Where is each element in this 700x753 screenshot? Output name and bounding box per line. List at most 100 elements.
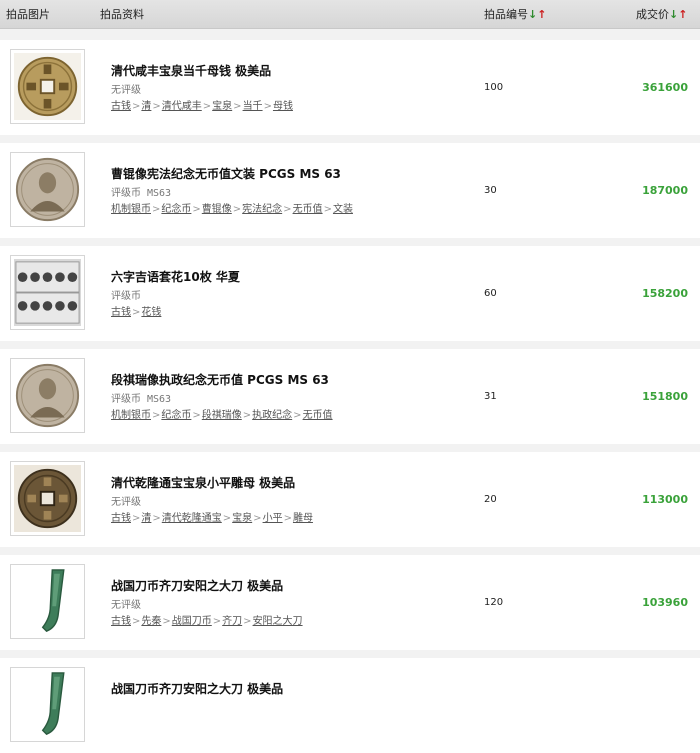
- sort-price-asc-icon[interactable]: ↑: [678, 8, 687, 21]
- category-link[interactable]: 小平: [263, 513, 283, 524]
- slabbed-coin-set-icon[interactable]: [10, 255, 85, 330]
- category-link[interactable]: 宪法纪念: [242, 204, 282, 215]
- breadcrumb-separator: >: [152, 410, 161, 421]
- lot-title[interactable]: 战国刀币齐刀安阳之大刀 极美品: [111, 680, 283, 697]
- silver-dollar-portrait-icon[interactable]: [10, 358, 85, 433]
- sort-lot-desc-icon[interactable]: ↓: [528, 8, 537, 21]
- category-link[interactable]: 文装: [333, 204, 353, 215]
- category-link[interactable]: 机制银币: [111, 410, 151, 421]
- hammer-price: 103960: [642, 596, 688, 609]
- category-link[interactable]: 古钱: [111, 307, 131, 318]
- breadcrumb-separator: >: [232, 204, 242, 215]
- breadcrumb-separator: >: [283, 204, 292, 215]
- category-link[interactable]: 执政纪念: [252, 410, 292, 421]
- grade-label: 无评级: [111, 85, 141, 96]
- breadcrumb-separator: >: [132, 307, 141, 318]
- sort-lot-asc-icon[interactable]: ↑: [537, 8, 546, 21]
- hammer-price: 113000: [642, 493, 688, 506]
- grade-label: 无评级: [111, 600, 141, 611]
- breadcrumb-separator: >: [212, 616, 222, 627]
- breadcrumb-separator: >: [293, 410, 302, 421]
- category-link[interactable]: 宝泉: [212, 101, 232, 112]
- category-breadcrumb: 古钱>清>清代咸丰>宝泉>当千>母钱: [111, 97, 293, 112]
- category-breadcrumb: 机制银币>纪念币>曹锟像>宪法纪念>无币值>文装: [111, 200, 353, 215]
- category-link[interactable]: 无币值: [293, 204, 323, 215]
- category-link[interactable]: 无币值: [303, 410, 333, 421]
- breadcrumb-separator: >: [192, 410, 201, 421]
- category-link[interactable]: 古钱: [111, 616, 131, 627]
- hammer-price: 361600: [642, 81, 688, 94]
- lot-row[interactable]: 清代咸丰宝泉当千母钱 极美品 无评级 古钱>清>清代咸丰>宝泉>当千>母钱 100 36…: [0, 40, 700, 135]
- hammer-price: 151800: [642, 390, 688, 403]
- breadcrumb-separator: >: [202, 101, 212, 112]
- category-link[interactable]: 战国刀币: [172, 616, 212, 627]
- breadcrumb-separator: >: [323, 204, 332, 215]
- category-link[interactable]: 古钱: [111, 101, 131, 112]
- lot-title[interactable]: 战国刀币齐刀安阳之大刀 极美品: [111, 577, 283, 594]
- category-link[interactable]: 花钱: [141, 307, 161, 318]
- category-link[interactable]: 曹锟像: [202, 204, 232, 215]
- lot-grade: 评级币: [111, 287, 141, 302]
- lot-number: 100: [484, 82, 504, 93]
- category-link[interactable]: 安阳之大刀: [253, 616, 303, 627]
- category-link[interactable]: 宝泉: [232, 513, 252, 524]
- category-breadcrumb: 古钱>花钱: [111, 303, 161, 318]
- category-link[interactable]: 段祺瑞像: [202, 410, 242, 421]
- category-link[interactable]: 纪念币: [161, 204, 191, 215]
- lot-number: 20: [484, 494, 497, 505]
- category-link[interactable]: 齐刀: [222, 616, 242, 627]
- category-link[interactable]: 清代咸丰: [162, 101, 202, 112]
- category-link[interactable]: 机制银币: [111, 204, 151, 215]
- header-lot-col: 拍品编号↓↑: [484, 6, 546, 22]
- category-link[interactable]: 清: [141, 513, 151, 524]
- silver-dollar-portrait-icon[interactable]: [10, 152, 85, 227]
- category-link[interactable]: 当千: [243, 101, 263, 112]
- breadcrumb-separator: >: [192, 204, 201, 215]
- category-link[interactable]: 雕母: [293, 513, 313, 524]
- lot-row[interactable]: 清代乾隆通宝宝泉小平雕母 极美品 无评级 古钱>清>清代乾隆通宝>宝泉>小平>雕母 2…: [0, 452, 700, 547]
- breadcrumb-separator: >: [152, 204, 161, 215]
- grade-label: 无评级: [111, 497, 141, 508]
- category-link[interactable]: 清: [141, 101, 151, 112]
- lot-grade: 评级币 MS63: [111, 184, 171, 199]
- lot-grade: 无评级: [111, 596, 141, 611]
- sort-price-desc-icon[interactable]: ↓: [669, 8, 678, 21]
- lot-col-label: 拍品编号: [484, 8, 528, 21]
- breadcrumb-separator: >: [243, 616, 252, 627]
- lot-row[interactable]: 六字吉语套花10枚 华夏 评级币 古钱>花钱 60 158200: [0, 246, 700, 341]
- lot-row[interactable]: 战国刀币齐刀安阳之大刀 极美品: [0, 658, 700, 753]
- header-image-col: 拍品图片: [6, 8, 50, 21]
- lot-title[interactable]: 曹锟像宪法纪念无币值文装 PCGS MS 63: [111, 165, 341, 182]
- lot-grade: 无评级: [111, 81, 141, 96]
- breadcrumb-separator: >: [253, 513, 262, 524]
- lot-grade: 评级币 MS63: [111, 390, 171, 405]
- hammer-price: 158200: [642, 287, 688, 300]
- breadcrumb-separator: >: [233, 101, 242, 112]
- knife-money-icon[interactable]: [10, 564, 85, 639]
- category-link[interactable]: 清代乾隆通宝: [162, 513, 222, 524]
- lot-title[interactable]: 清代咸丰宝泉当千母钱 极美品: [111, 62, 271, 79]
- lot-title[interactable]: 段祺瑞像执政纪念无币值 PCGS MS 63: [111, 371, 329, 388]
- lot-title[interactable]: 六字吉语套花10枚 华夏: [111, 268, 240, 285]
- header-price-col: 成交价↓↑: [636, 6, 687, 22]
- category-breadcrumb: 古钱>清>清代乾隆通宝>宝泉>小平>雕母: [111, 509, 313, 524]
- table-header: 拍品图片 拍品资料 拍品编号↓↑ 成交价↓↑: [0, 0, 700, 29]
- category-link[interactable]: 先秦: [141, 616, 161, 627]
- breadcrumb-separator: >: [162, 616, 171, 627]
- breadcrumb-separator: >: [152, 513, 161, 524]
- lot-row[interactable]: 曹锟像宪法纪念无币值文装 PCGS MS 63 评级币 MS63 机制银币>纪念币>曹…: [0, 143, 700, 238]
- category-link[interactable]: 古钱: [111, 513, 131, 524]
- lot-row[interactable]: 战国刀币齐刀安阳之大刀 极美品 无评级 古钱>先秦>战国刀币>齐刀>安阳之大刀 120…: [0, 555, 700, 650]
- lot-row[interactable]: 段祺瑞像执政纪念无币值 PCGS MS 63 评级币 MS63 机制银币>纪念币>段祺…: [0, 349, 700, 444]
- lot-title[interactable]: 清代乾隆通宝宝泉小平雕母 极美品: [111, 474, 295, 491]
- breadcrumb-separator: >: [132, 513, 141, 524]
- category-link[interactable]: 母钱: [273, 101, 293, 112]
- category-link[interactable]: 纪念币: [161, 410, 191, 421]
- knife-money-icon[interactable]: [10, 667, 85, 742]
- breadcrumb-separator: >: [132, 616, 141, 627]
- bronze-square-hole-coin-icon[interactable]: [10, 461, 85, 536]
- breadcrumb-separator: >: [152, 101, 161, 112]
- square-hole-coin-icon[interactable]: [10, 49, 85, 124]
- lot-number: 120: [484, 597, 504, 608]
- category-breadcrumb: 古钱>先秦>战国刀币>齐刀>安阳之大刀: [111, 612, 303, 627]
